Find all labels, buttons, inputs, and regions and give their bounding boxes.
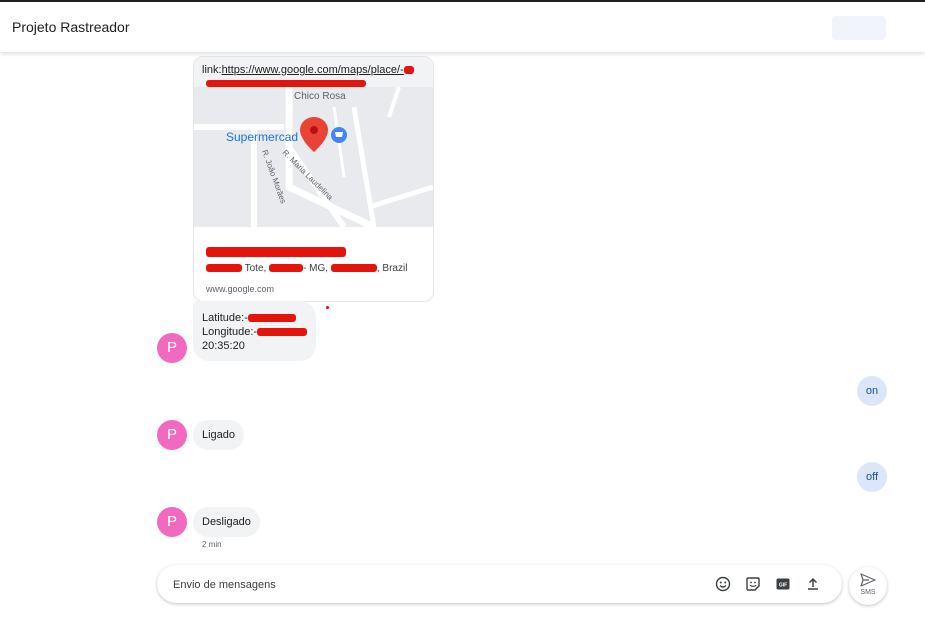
map-preview-card[interactable]: link:https://www.google.com/maps/place/-…	[193, 56, 434, 302]
redaction-mark	[206, 79, 366, 87]
outgoing-message-off[interactable]: off	[857, 462, 887, 492]
emoji-icon[interactable]	[714, 575, 732, 593]
redaction-mark	[403, 66, 414, 75]
message-thread[interactable]: link:https://www.google.com/maps/place/-…	[0, 52, 925, 623]
redaction-mark	[206, 264, 242, 273]
latitude-label: Latitude:-	[202, 312, 248, 324]
address-part: , Brazil	[376, 263, 408, 274]
map-label-poi: Supermercad	[226, 130, 298, 144]
svg-text:GIF: GIF	[779, 583, 787, 589]
map-label-top: Chico Rosa	[294, 91, 346, 102]
link-prefix: link:	[202, 64, 222, 76]
address-part: - MG,	[303, 263, 329, 274]
conversation-header: Projeto Rastreador	[0, 2, 925, 52]
map-link[interactable]: https://www.google.com/maps/place/-	[222, 64, 404, 76]
sender-avatar[interactable]: P	[157, 333, 187, 363]
redaction-mark	[330, 264, 377, 273]
message-input[interactable]	[171, 565, 675, 605]
send-sms-button[interactable]: SMS	[849, 567, 887, 605]
header-action-button[interactable]	[832, 16, 886, 40]
redaction-mark	[257, 328, 308, 337]
incoming-message-ligado[interactable]: Ligado	[193, 420, 245, 450]
sticker-icon[interactable]	[744, 575, 762, 593]
message-time: 20:35:20	[202, 340, 245, 352]
sender-avatar[interactable]: P	[157, 420, 187, 450]
address-part: Tote,	[244, 263, 267, 274]
outgoing-message-on[interactable]: on	[857, 376, 887, 406]
upload-icon[interactable]	[804, 575, 822, 593]
redaction-mark	[326, 306, 329, 309]
send-label: SMS	[860, 589, 876, 596]
place-site: www.google.com	[206, 284, 275, 294]
redaction-mark	[206, 246, 346, 257]
message-timestamp: 2 min	[202, 540, 222, 549]
incoming-message-desligado[interactable]: Desligado	[193, 507, 260, 537]
map-image[interactable]: Chico Rosa Supermercad R. Maria Laudelin…	[194, 87, 433, 227]
place-title-redacted	[206, 243, 346, 261]
redaction-mark	[269, 264, 304, 273]
redaction-mark	[247, 314, 296, 323]
coordinates-message[interactable]: Latitude:- Longitude:- 20:35:20	[193, 301, 316, 361]
longitude-label: Longitude:-	[202, 326, 258, 338]
place-address: Tote, - MG, , Brazil	[206, 263, 407, 274]
sender-avatar[interactable]: P	[157, 507, 187, 537]
conversation-title: Projeto Rastreador	[12, 19, 130, 35]
gif-icon[interactable]: GIF	[774, 575, 792, 593]
message-composer: GIF	[157, 565, 842, 605]
